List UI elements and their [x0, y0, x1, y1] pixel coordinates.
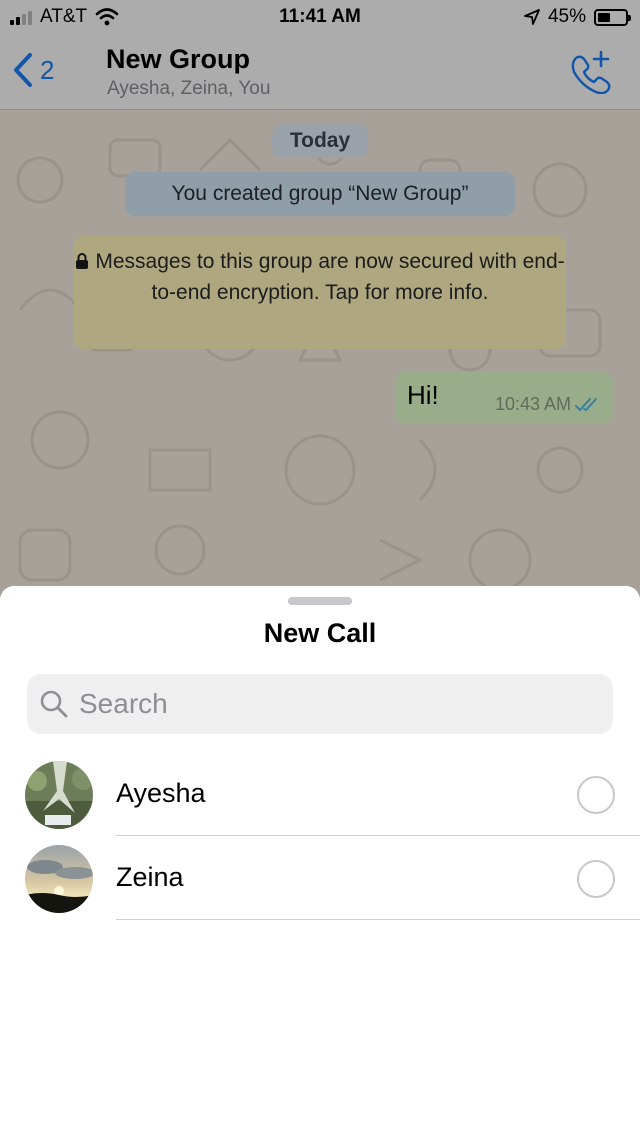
select-radio[interactable] [577, 860, 615, 898]
search-bar[interactable] [27, 674, 613, 734]
row-divider [116, 919, 640, 920]
new-call-sheet: New Call Ayesha [0, 586, 640, 1138]
sheet-grabber[interactable] [288, 597, 352, 605]
search-input[interactable] [79, 688, 599, 720]
modal-dim-overlay[interactable] [0, 0, 640, 600]
search-icon [40, 690, 68, 718]
contact-row[interactable]: Ayesha [0, 752, 640, 836]
sheet-title: New Call [263, 618, 377, 648]
avatar [25, 761, 93, 829]
contact-name: Zeina [116, 862, 184, 892]
contact-name: Ayesha [116, 778, 206, 808]
chat-screen: AT&T 11:41 AM 45% 2 New Group Ayesha, Ze… [0, 0, 640, 600]
contact-row[interactable]: Zeina [0, 836, 640, 920]
select-radio[interactable] [577, 776, 615, 814]
avatar [25, 845, 93, 913]
